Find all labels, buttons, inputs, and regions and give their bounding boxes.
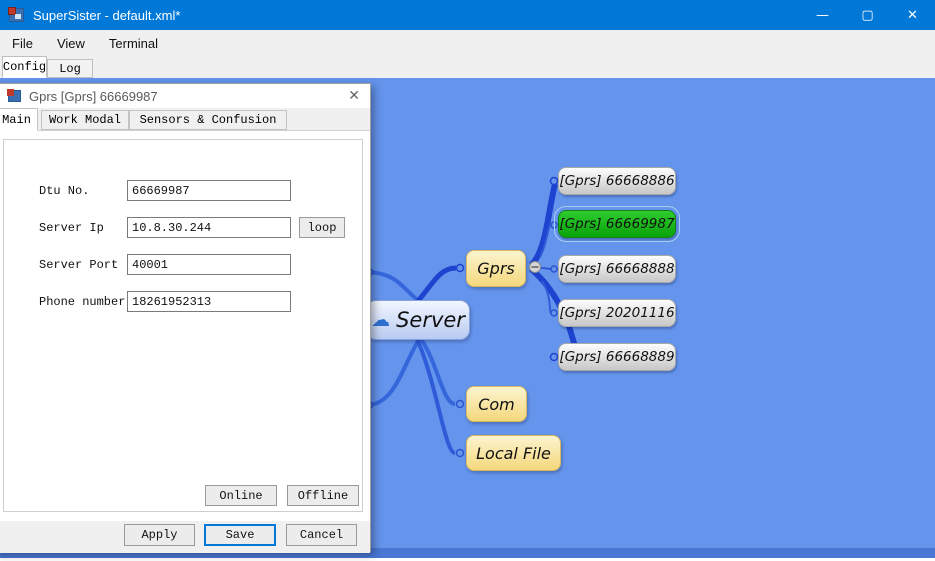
- form-icon: [8, 90, 21, 102]
- node-com[interactable]: Com: [466, 386, 527, 422]
- node-label: [Gprs] 66669987: [559, 216, 674, 232]
- dialog-tab-main[interactable]: Main: [0, 108, 38, 131]
- node-gprs-66668889[interactable]: [Gprs] 66668889: [558, 343, 676, 371]
- app-icon: [9, 8, 24, 22]
- phone-number-input[interactable]: [127, 291, 291, 312]
- loop-button[interactable]: loop: [299, 217, 345, 238]
- server-port-input[interactable]: [127, 254, 291, 275]
- node-label: [Gprs] 66668889: [559, 349, 674, 365]
- dtu-no-label: Dtu No.: [39, 184, 89, 198]
- node-local-file-label: Local File: [476, 444, 551, 463]
- maximize-icon[interactable]: ▢: [845, 0, 890, 30]
- title-bar: SuperSister - default.xml* — ▢ ✕: [0, 0, 935, 30]
- node-label: [Gprs] 20201116: [559, 305, 674, 321]
- menu-file[interactable]: File: [0, 30, 45, 56]
- dialog-tab-strip: Main Work Modal Sensors & Confusion: [0, 108, 370, 131]
- app-window: SuperSister - default.xml* — ▢ ✕ File Vi…: [0, 0, 935, 561]
- window-controls: — ▢ ✕: [800, 0, 935, 30]
- node-label: [Gprs] 66668888: [559, 261, 674, 277]
- node-gprs[interactable]: Gprs: [466, 250, 526, 287]
- dialog-title-bar[interactable]: Gprs [Gprs] 66669987 ✕: [0, 84, 370, 108]
- offline-button[interactable]: Offline: [287, 485, 359, 506]
- node-gprs-20201116[interactable]: [Gprs] 20201116: [558, 299, 676, 327]
- node-gprs-label: Gprs: [477, 259, 514, 278]
- node-gprs-66668888[interactable]: [Gprs] 66668888: [558, 255, 676, 283]
- server-ip-label: Server Ip: [39, 221, 104, 235]
- menu-bar: File View Terminal: [0, 30, 935, 56]
- node-server-label: Server: [396, 308, 465, 332]
- settings-group-panel: Dtu No. Server Ip loop Server Port Phone…: [3, 139, 363, 512]
- minimize-icon[interactable]: —: [800, 0, 845, 30]
- server-ip-input[interactable]: [127, 217, 291, 238]
- node-server[interactable]: ☁ Server: [366, 300, 470, 340]
- gprs-properties-dialog: Gprs [Gprs] 66669987 ✕ Main Work Modal S…: [0, 83, 371, 552]
- node-gprs-66669987[interactable]: [Gprs] 66669987: [558, 210, 676, 238]
- tab-config[interactable]: Config: [2, 56, 47, 78]
- node-label: [Gprs] 66668886: [559, 173, 674, 189]
- server-port-label: Server Port: [39, 258, 118, 272]
- dialog-title: Gprs [Gprs] 66669987: [29, 89, 158, 104]
- phone-number-label: Phone number: [39, 295, 125, 309]
- save-button[interactable]: Save: [204, 524, 276, 546]
- node-com-label: Com: [478, 395, 515, 414]
- dialog-button-bar: Apply Save Cancel: [0, 521, 370, 553]
- close-icon[interactable]: ✕: [890, 0, 935, 30]
- dialog-close-icon[interactable]: ✕: [348, 88, 360, 104]
- dialog-tab-page: Dtu No. Server Ip loop Server Port Phone…: [0, 131, 370, 521]
- cloud-icon: ☁: [371, 309, 390, 331]
- dialog-tab-sensors-confusion[interactable]: Sensors & Confusion: [129, 110, 287, 130]
- node-gprs-66668886[interactable]: [Gprs] 66668886: [558, 167, 676, 195]
- dtu-no-input[interactable]: [127, 180, 291, 201]
- menu-terminal[interactable]: Terminal: [97, 30, 170, 56]
- menu-view[interactable]: View: [45, 30, 97, 56]
- apply-button[interactable]: Apply: [124, 524, 195, 546]
- window-title: SuperSister - default.xml*: [33, 8, 180, 23]
- tab-log[interactable]: Log: [47, 59, 93, 78]
- dialog-tab-work-modal[interactable]: Work Modal: [41, 110, 129, 130]
- cancel-button[interactable]: Cancel: [286, 524, 357, 546]
- online-button[interactable]: Online: [205, 485, 277, 506]
- main-tab-strip: Config Log: [0, 56, 935, 78]
- node-local-file[interactable]: Local File: [466, 435, 561, 471]
